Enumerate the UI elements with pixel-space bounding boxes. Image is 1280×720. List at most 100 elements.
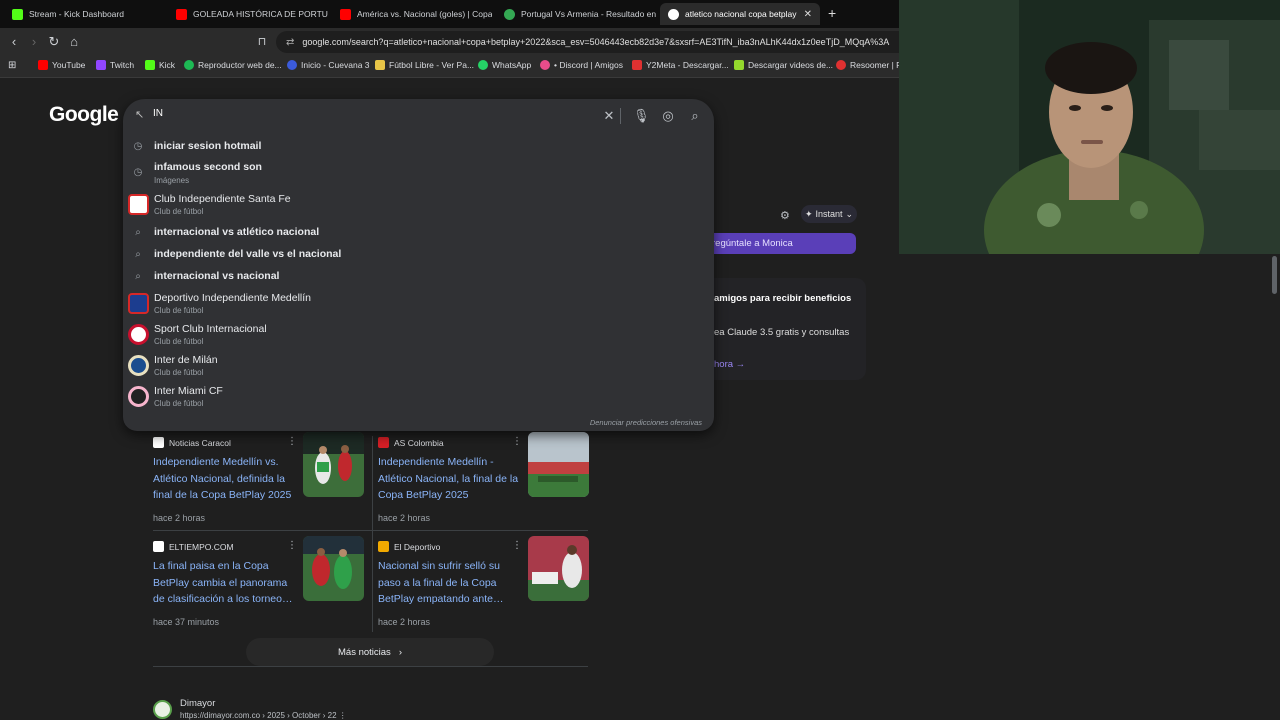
suggestion-text: Deportivo Independiente Medellín xyxy=(154,292,312,304)
eltiempo-icon xyxy=(153,541,164,552)
news-title[interactable]: La final paisa en la Copa BetPlay cambia… xyxy=(153,558,295,608)
instant-mode-select[interactable]: ✦ Instant ⌄ xyxy=(801,205,857,223)
result-site-name[interactable]: Dimayor xyxy=(180,698,215,709)
bookmark-label: Twitch xyxy=(110,60,135,70)
lens-icon[interactable]: ◎ xyxy=(660,108,676,124)
news-title[interactable]: Independiente Medellín - Atlético Nacion… xyxy=(378,454,520,504)
suggestion-text: Inter de Milán xyxy=(154,354,218,366)
more-options-icon[interactable]: ⋮ xyxy=(339,711,347,720)
bookmark-label: Y2Meta - Descargar... xyxy=(646,60,729,70)
bookmark-twitch[interactable]: Twitch xyxy=(96,60,134,70)
close-tab-icon[interactable]: ✕ xyxy=(804,9,812,20)
tab-youtube-america-nacional[interactable]: América vs. Nacional (goles) | Copa B xyxy=(332,3,492,25)
bookmark-youtube[interactable]: YouTube xyxy=(38,60,85,70)
inter-miami-crest-icon xyxy=(128,386,149,407)
news-source-name: Noticias Caracol xyxy=(169,437,231,448)
tab-portugal-armenia[interactable]: Portugal Vs Armenia - Resultado en v xyxy=(496,3,656,25)
tab-youtube-portugal[interactable]: GOLEADA HISTÓRICA DE PORTUGAL xyxy=(168,3,328,25)
news-source: Noticias Caracol xyxy=(153,437,231,448)
more-options-icon[interactable]: ⋮ xyxy=(512,436,522,447)
result-url[interactable]: https://dimayor.com.co › 2025 › October … xyxy=(180,711,347,720)
inter-milan-crest-icon xyxy=(128,355,149,376)
news-thumbnail[interactable] xyxy=(528,432,589,497)
more-options-icon[interactable]: ⋮ xyxy=(287,540,297,551)
tune-icon[interactable]: ⚙ xyxy=(780,209,790,222)
suggestion-item[interactable]: ◷ infamous second son Imágenes xyxy=(123,159,714,187)
suggestion-item[interactable]: ⌕ internacional vs atlético nacional xyxy=(123,223,714,243)
google-logo[interactable]: Google xyxy=(49,103,119,127)
more-options-icon[interactable]: ⋮ xyxy=(287,436,297,447)
bookmark-icon[interactable]: ⊓ xyxy=(254,34,270,50)
resoomer-icon xyxy=(836,60,846,70)
instant-label: Instant xyxy=(815,209,843,219)
suggestion-item[interactable]: Deportivo Independiente Medellín Club de… xyxy=(123,289,714,319)
scrollbar-thumb[interactable] xyxy=(1272,256,1277,294)
home-button[interactable]: ⌂ xyxy=(66,34,82,50)
more-options-icon[interactable]: ⋮ xyxy=(512,540,522,551)
suggestion-text: Club Independiente Santa Fe xyxy=(154,193,291,205)
report-predictions-link[interactable]: Denunciar predicciones ofensivas xyxy=(590,418,702,427)
bookmark-discord[interactable]: • Discord | Amigos xyxy=(540,60,623,70)
as-icon xyxy=(378,437,389,448)
search-icon: ⌕ xyxy=(135,271,141,282)
tab-kick-dashboard[interactable]: Stream - Kick Dashboard xyxy=(4,3,164,25)
eldeportivo-icon xyxy=(378,541,389,552)
microphone-icon[interactable]: 🎙 xyxy=(633,108,650,124)
promo-link[interactable]: hora → xyxy=(714,359,745,370)
news-thumbnail[interactable] xyxy=(303,536,364,601)
youtube-icon xyxy=(340,8,351,20)
bookmark-spotify[interactable]: Reproductor web de... xyxy=(184,60,282,70)
soccer-icon xyxy=(504,8,515,20)
webcam-feed-image xyxy=(899,0,1280,254)
bookmark-cuevana[interactable]: Inicio - Cuevana 3 xyxy=(287,60,370,70)
bookmark-futbol-libre[interactable]: Fútbol Libre - Ver Pa... xyxy=(375,60,474,70)
suggestion-item[interactable]: ⌕ independiente del valle vs el nacional xyxy=(123,245,714,265)
forward-button[interactable]: › xyxy=(26,34,42,50)
more-news-button[interactable]: Más noticias › xyxy=(246,638,494,666)
suggestion-item[interactable]: Inter de Milán Club de fútbol xyxy=(123,351,714,381)
bookmark-resoomer[interactable]: Resoomer | Re xyxy=(836,60,907,70)
suggestion-item[interactable]: Inter Miami CF Club de fútbol xyxy=(123,382,714,412)
tab-google-search[interactable]: atletico nacional copa betplay 20 ✕ xyxy=(660,3,820,25)
news-source: ELTIEMPO.COM xyxy=(153,541,234,552)
ask-monica-button[interactable]: regúntale a Monica xyxy=(710,233,856,254)
youtube-icon xyxy=(176,8,187,20)
download-icon xyxy=(734,60,744,70)
search-icon[interactable]: ⌕ xyxy=(687,108,703,124)
new-tab-button[interactable]: + xyxy=(828,5,836,21)
suggestion-text: internacional vs atlético nacional xyxy=(154,226,320,238)
address-bar[interactable]: ⇄ google.com/search?q=atletico+nacional+… xyxy=(276,31,910,53)
history-icon: ◷ xyxy=(133,141,143,152)
bookmark-whatsapp[interactable]: WhatsApp xyxy=(478,60,531,70)
bookmark-label: Inicio - Cuevana 3 xyxy=(301,60,370,70)
suggestion-item[interactable]: Sport Club Internacional Club de fútbol xyxy=(123,320,714,350)
news-title[interactable]: Independiente Medellín vs. Atlético Naci… xyxy=(153,454,295,504)
bookmark-label: Reproductor web de... xyxy=(198,60,282,70)
bookmark-label: • Discord | Amigos xyxy=(554,60,623,70)
search-suggestions-panel: ↖ ✕ 🎙 ◎ ⌕ ◷ iniciar sesion hotmail ◷ inf… xyxy=(123,99,714,431)
suggestion-text: Inter Miami CF xyxy=(154,385,223,397)
suggestion-item[interactable]: Club Independiente Santa Fe Club de fútb… xyxy=(123,190,714,220)
clear-icon[interactable]: ✕ xyxy=(601,108,617,124)
search-input[interactable] xyxy=(153,108,593,119)
news-divider xyxy=(153,530,588,531)
news-source-name: AS Colombia xyxy=(394,437,444,448)
y2meta-icon xyxy=(632,60,642,70)
suggestion-subtitle: Club de fútbol xyxy=(154,306,204,315)
suggestion-item[interactable]: ◷ iniciar sesion hotmail xyxy=(123,137,714,157)
site-info-icon[interactable]: ⇄ xyxy=(286,37,294,48)
youtube-icon xyxy=(38,60,48,70)
news-thumbnail[interactable] xyxy=(528,536,589,601)
page-scrollbar[interactable] xyxy=(1270,254,1280,720)
news-source: El Deportivo xyxy=(378,541,440,552)
news-title[interactable]: Nacional sin sufrir selló su paso a la f… xyxy=(378,558,520,608)
news-thumbnail[interactable] xyxy=(303,432,364,497)
reload-button[interactable]: ↻ xyxy=(46,34,62,50)
back-button[interactable]: ‹ xyxy=(6,34,22,50)
suggestion-text: iniciar sesion hotmail xyxy=(154,140,262,152)
bookmark-descargar-videos[interactable]: Descargar videos de... xyxy=(734,60,833,70)
bookmark-y2meta[interactable]: Y2Meta - Descargar... xyxy=(632,60,729,70)
apps-icon[interactable]: ⊞ xyxy=(8,60,16,71)
bookmark-kick[interactable]: Kick xyxy=(145,60,175,70)
suggestion-item[interactable]: ⌕ internacional vs nacional xyxy=(123,267,714,287)
